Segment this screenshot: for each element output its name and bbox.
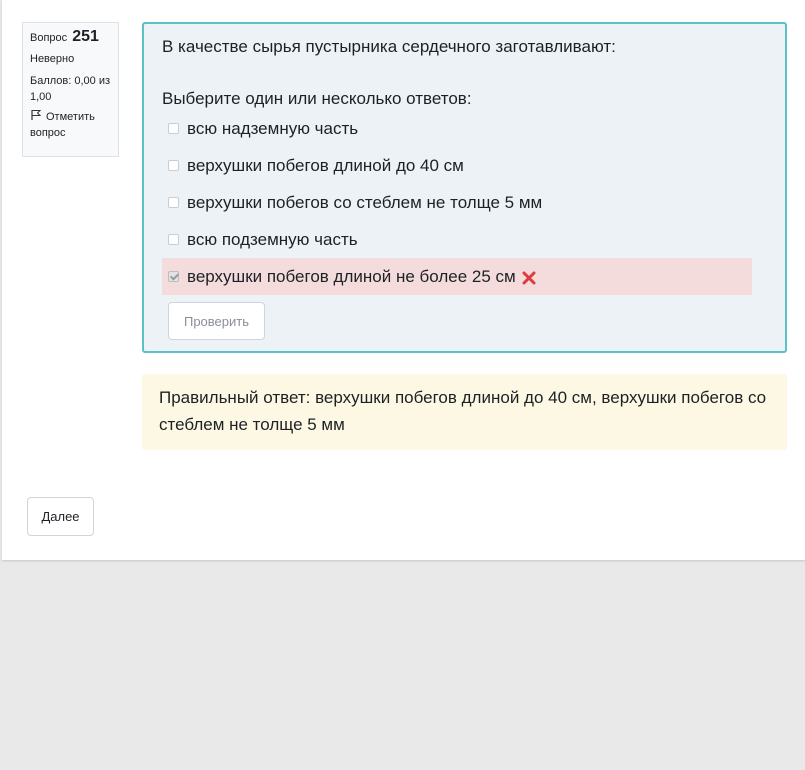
answer-label-1: всю надземную часть — [187, 118, 359, 138]
page-container: Вопрос 251 Неверно Баллов: 0,00 из 1,00 … — [2, 0, 805, 560]
answer-option-4[interactable]: всю подземную часть — [162, 221, 752, 258]
question-grade: Баллов: 0,00 из 1,00 — [30, 75, 111, 103]
answer-checkbox-2[interactable] — [168, 160, 179, 171]
answer-prompt: Выберите один или несколько ответов: — [162, 89, 472, 108]
answer-checkbox-1[interactable] — [168, 123, 179, 134]
question-label: Вопрос — [30, 32, 68, 44]
answer-label-2: верхушки побегов длиной до 40 см — [187, 155, 464, 175]
flag-icon — [30, 109, 42, 121]
flag-question-link[interactable]: Отметить вопрос — [30, 109, 111, 141]
question-text: В качестве сырья пустырника сердечного з… — [162, 37, 616, 56]
answer-checkbox-4[interactable] — [168, 234, 179, 245]
question-info-panel: Вопрос 251 Неверно Баллов: 0,00 из 1,00 … — [22, 22, 119, 157]
answer-option-1[interactable]: всю надземную часть — [162, 110, 752, 147]
right-answer-feedback: Правильный ответ: верхушки побегов длино… — [142, 374, 787, 450]
next-button[interactable]: Далее — [27, 497, 94, 536]
question-number: Вопрос 251 — [30, 29, 111, 46]
answer-label-3: верхушки побегов со стеблем не толще 5 м… — [187, 192, 543, 212]
answer-option-3[interactable]: верхушки побегов со стеблем не толще 5 м… — [162, 184, 752, 221]
answer-checkbox-5[interactable] — [168, 271, 179, 282]
answer-label-5: верхушки побегов длиной не более 25 см — [187, 266, 516, 286]
answer-label-4: всю подземную часть — [187, 229, 358, 249]
check-button[interactable]: Проверить — [168, 302, 265, 340]
answer-checkbox-3[interactable] — [168, 197, 179, 208]
question-content: В качестве сырья пустырника сердечного з… — [142, 22, 787, 353]
question-number-value: 251 — [72, 28, 99, 45]
answer-list: всю надземную часть верхушки побегов дли… — [162, 110, 752, 295]
incorrect-cross-icon — [522, 270, 536, 284]
answer-option-2[interactable]: верхушки побегов длиной до 40 см — [162, 147, 752, 184]
question-state: Неверно — [30, 53, 75, 65]
answer-option-5[interactable]: верхушки побегов длиной не более 25 см — [162, 258, 752, 295]
